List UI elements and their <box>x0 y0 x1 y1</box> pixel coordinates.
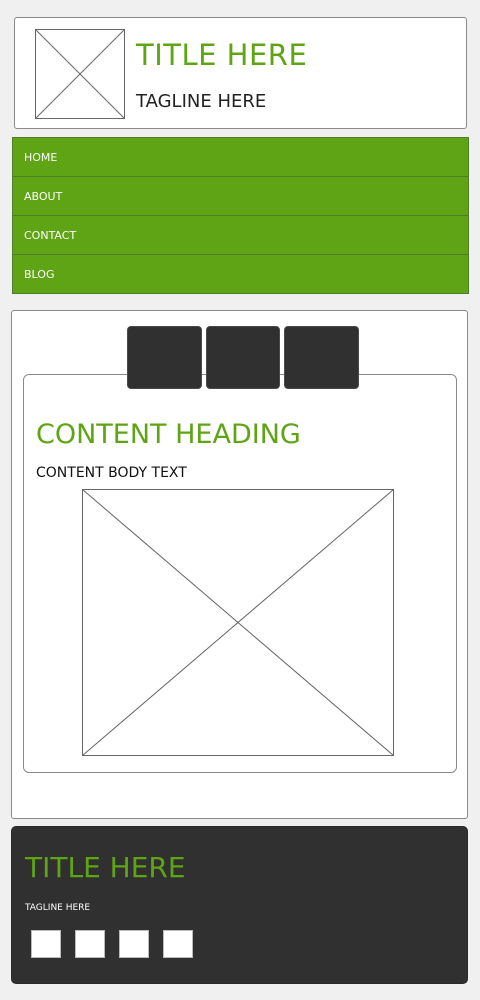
nav-item-home[interactable]: HOME <box>13 138 468 177</box>
main-content-panel: CONTENT HEADING CONTENT BODY TEXT <box>11 310 468 819</box>
tab-2[interactable] <box>205 326 281 389</box>
nav-item-about[interactable]: ABOUT <box>13 177 468 216</box>
content-card: CONTENT HEADING CONTENT BODY TEXT <box>23 374 457 773</box>
tab-3[interactable] <box>284 326 360 389</box>
social-link-2-icon[interactable] <box>75 930 105 958</box>
content-image-placeholder-icon <box>82 489 394 756</box>
footer-title: TITLE HERE <box>25 851 186 884</box>
tab-bar <box>127 326 360 390</box>
tab-1[interactable] <box>127 326 202 389</box>
social-link-4-icon[interactable] <box>163 930 193 958</box>
social-links <box>31 930 193 958</box>
site-tagline: TAGLINE HERE <box>136 91 267 112</box>
content-heading: CONTENT HEADING <box>36 419 301 450</box>
social-link-1-icon[interactable] <box>31 930 61 958</box>
main-nav: HOME ABOUT CONTACT BLOG <box>12 137 469 294</box>
site-header: TITLE HERE TAGLINE HERE <box>14 17 467 129</box>
site-title: TITLE HERE <box>136 38 308 72</box>
nav-item-contact[interactable]: CONTACT <box>13 216 468 255</box>
social-link-3-icon[interactable] <box>119 930 149 958</box>
nav-item-blog[interactable]: BLOG <box>13 255 468 294</box>
content-body-text: CONTENT BODY TEXT <box>36 465 187 481</box>
site-footer: TITLE HERE TAGLINE HERE <box>11 826 468 984</box>
logo-placeholder-icon[interactable] <box>35 29 125 119</box>
page: TITLE HERE TAGLINE HERE HOME ABOUT CONTA… <box>0 0 480 1000</box>
footer-tagline: TAGLINE HERE <box>25 903 91 913</box>
